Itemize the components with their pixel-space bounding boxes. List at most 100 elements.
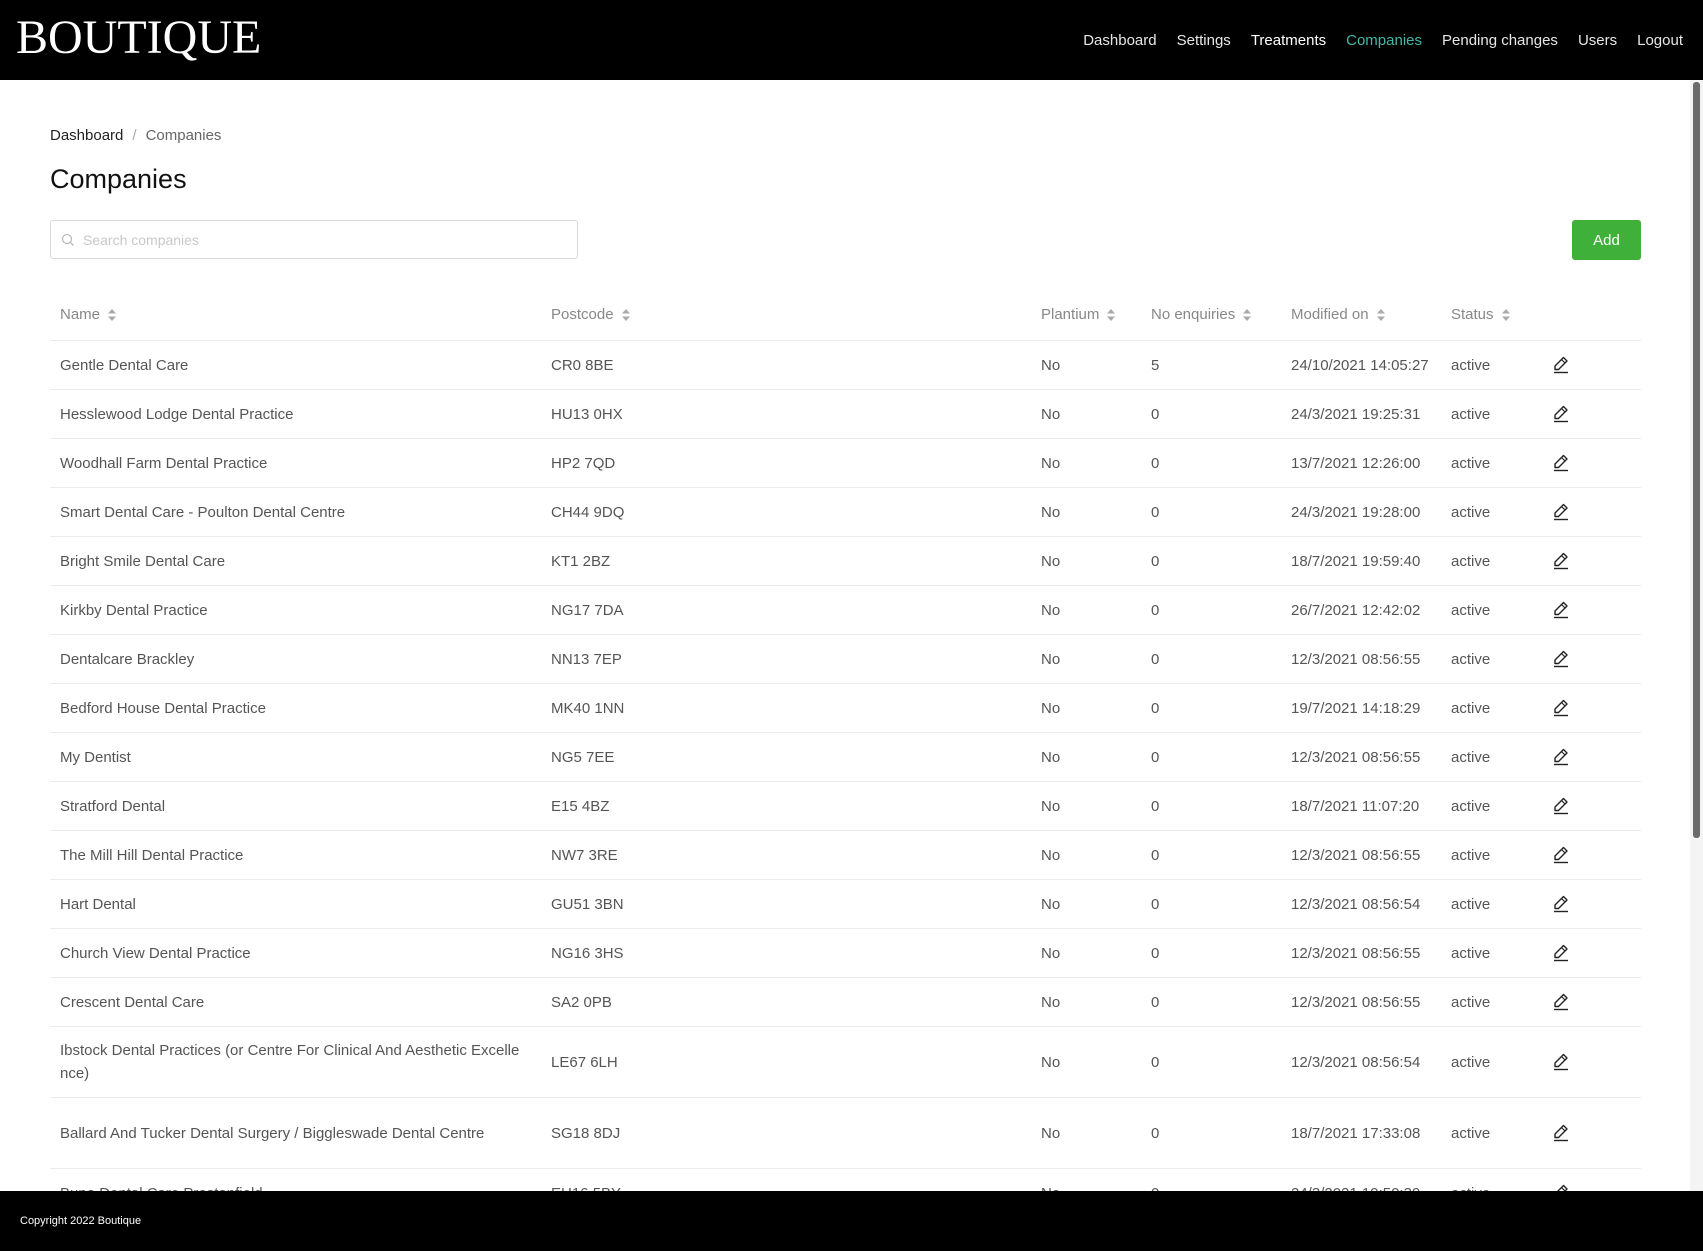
edit-icon[interactable] xyxy=(1551,600,1571,620)
brand-logo[interactable]: BOUTIQUE xyxy=(16,10,261,66)
sort-icon[interactable] xyxy=(107,308,117,322)
nav-pending-changes[interactable]: Pending changes xyxy=(1442,32,1558,49)
edit-icon[interactable] xyxy=(1551,502,1571,522)
cell-modified: 12/3/2021 08:56:55 xyxy=(1281,977,1441,1027)
cell-status: active xyxy=(1441,389,1541,439)
cell-name: Dentalcare Brackley xyxy=(50,634,541,684)
column-header-status[interactable]: Status xyxy=(1441,288,1541,341)
sort-icon[interactable] xyxy=(1501,308,1511,322)
cell-modified: 24/3/2021 19:50:39 xyxy=(1281,1168,1441,1191)
edit-icon[interactable] xyxy=(1551,649,1571,669)
column-header-postcode[interactable]: Postcode xyxy=(541,288,1031,341)
edit-icon[interactable] xyxy=(1551,1052,1571,1072)
table-row: Ballard And Tucker Dental Surgery / Bigg… xyxy=(50,1097,1641,1169)
nav-settings[interactable]: Settings xyxy=(1177,32,1231,49)
nav-users[interactable]: Users xyxy=(1578,32,1617,49)
sort-icon[interactable] xyxy=(621,308,631,322)
cell-enquiries: 0 xyxy=(1141,977,1281,1027)
cell-name: Ballard And Tucker Dental Surgery / Bigg… xyxy=(50,1097,541,1169)
cell-enquiries: 0 xyxy=(1141,1168,1281,1191)
cell-actions xyxy=(1541,438,1641,488)
cell-postcode: NW7 3RE xyxy=(541,830,1031,880)
sort-icon[interactable] xyxy=(1376,308,1386,322)
cell-modified: 12/3/2021 08:56:54 xyxy=(1281,879,1441,929)
cell-enquiries: 0 xyxy=(1141,536,1281,586)
cell-name: The Mill Hill Dental Practice xyxy=(50,830,541,880)
edit-icon[interactable] xyxy=(1551,1123,1571,1143)
column-header-enquiries[interactable]: No enquiries xyxy=(1141,288,1281,341)
edit-icon[interactable] xyxy=(1551,355,1571,375)
cell-postcode: NN13 7EP xyxy=(541,634,1031,684)
cell-postcode: KT1 2BZ xyxy=(541,536,1031,586)
cell-modified: 13/7/2021 12:26:00 xyxy=(1281,438,1441,488)
edit-icon[interactable] xyxy=(1551,1183,1571,1191)
column-header-modified[interactable]: Modified on xyxy=(1281,288,1441,341)
table-row: Dentalcare Brackley NN13 7EP No 0 12/3/2021 … xyxy=(50,634,1641,684)
nav-companies[interactable]: Companies xyxy=(1346,32,1422,49)
edit-icon[interactable] xyxy=(1551,894,1571,914)
cell-name: Crescent Dental Care xyxy=(50,977,541,1027)
edit-icon[interactable] xyxy=(1551,845,1571,865)
edit-icon[interactable] xyxy=(1551,943,1571,963)
footer: Copyright 2022 Boutique xyxy=(0,1191,1703,1251)
page-title: Companies xyxy=(50,164,187,194)
cell-plantium: No xyxy=(1031,340,1141,390)
edit-icon[interactable] xyxy=(1551,992,1571,1012)
column-header-label: Postcode xyxy=(551,305,614,323)
table-row: Gentle Dental Care CR0 8BE No 5 24/10/2021 1… xyxy=(50,340,1641,390)
cell-plantium: No xyxy=(1031,634,1141,684)
cell-plantium: No xyxy=(1031,1097,1141,1169)
cell-modified: 19/7/2021 14:18:29 xyxy=(1281,683,1441,733)
table-row: The Mill Hill Dental Practice NW7 3RE No 0 1… xyxy=(50,830,1641,880)
cell-plantium: No xyxy=(1031,928,1141,978)
main-content: Dashboard / Companies Companies Add Name Po… xyxy=(0,80,1690,1191)
cell-modified: 18/7/2021 19:59:40 xyxy=(1281,536,1441,586)
edit-icon[interactable] xyxy=(1551,551,1571,571)
edit-icon[interactable] xyxy=(1551,747,1571,767)
edit-icon[interactable] xyxy=(1551,404,1571,424)
edit-icon[interactable] xyxy=(1551,796,1571,816)
cell-modified: 24/3/2021 19:28:00 xyxy=(1281,487,1441,537)
main-nav: Dashboard Settings Treatments Companies Pend… xyxy=(1063,0,1683,80)
search-box[interactable] xyxy=(50,220,578,259)
table-row: Church View Dental Practice NG16 3HS No 0 12… xyxy=(50,928,1641,978)
breadcrumb: Dashboard / Companies xyxy=(50,127,221,144)
cell-postcode: GU51 3BN xyxy=(541,879,1031,929)
cell-actions xyxy=(1541,732,1641,782)
cell-postcode: LE67 6LH xyxy=(541,1026,1031,1098)
nav-treatments[interactable]: Treatments xyxy=(1251,32,1326,49)
column-header-name[interactable]: Name xyxy=(50,288,541,341)
cell-plantium: No xyxy=(1031,536,1141,586)
table-row: My Dentist NG5 7EE No 0 12/3/2021 08:56:55 ac… xyxy=(50,732,1641,782)
cell-plantium: No xyxy=(1031,781,1141,831)
cell-status: active xyxy=(1441,781,1541,831)
edit-icon[interactable] xyxy=(1551,453,1571,473)
cell-name: Ibstock Dental Practices (or Centre For … xyxy=(50,1026,541,1098)
add-company-button[interactable]: Add xyxy=(1572,220,1641,260)
nav-logout[interactable]: Logout xyxy=(1637,32,1683,49)
edit-icon[interactable] xyxy=(1551,698,1571,718)
search-input[interactable] xyxy=(81,230,565,249)
cell-status: active xyxy=(1441,487,1541,537)
scrollbar-thumb[interactable] xyxy=(1693,82,1700,838)
cell-enquiries: 0 xyxy=(1141,1097,1281,1169)
column-header-plantium[interactable]: Plantium xyxy=(1031,288,1141,341)
nav-dashboard[interactable]: Dashboard xyxy=(1083,32,1156,49)
cell-enquiries: 0 xyxy=(1141,732,1281,782)
cell-enquiries: 0 xyxy=(1141,438,1281,488)
column-header-label: Plantium xyxy=(1041,305,1100,323)
cell-status: active xyxy=(1441,732,1541,782)
cell-modified: 12/3/2021 08:56:55 xyxy=(1281,928,1441,978)
footer-copyright: Copyright 2022 Boutique xyxy=(20,1215,142,1227)
cell-actions xyxy=(1541,536,1641,586)
cell-status: active xyxy=(1441,1026,1541,1098)
table-row: Hart Dental GU51 3BN No 0 12/3/2021 08:56:54… xyxy=(50,879,1641,929)
sort-icon[interactable] xyxy=(1242,308,1252,322)
cell-modified: 12/3/2021 08:56:54 xyxy=(1281,1026,1441,1098)
cell-status: active xyxy=(1441,928,1541,978)
sort-icon[interactable] xyxy=(1106,308,1116,322)
cell-name: Woodhall Farm Dental Practice xyxy=(50,438,541,488)
breadcrumb-dashboard-link[interactable]: Dashboard xyxy=(50,127,123,144)
cell-name: Church View Dental Practice xyxy=(50,928,541,978)
cell-actions xyxy=(1541,977,1641,1027)
